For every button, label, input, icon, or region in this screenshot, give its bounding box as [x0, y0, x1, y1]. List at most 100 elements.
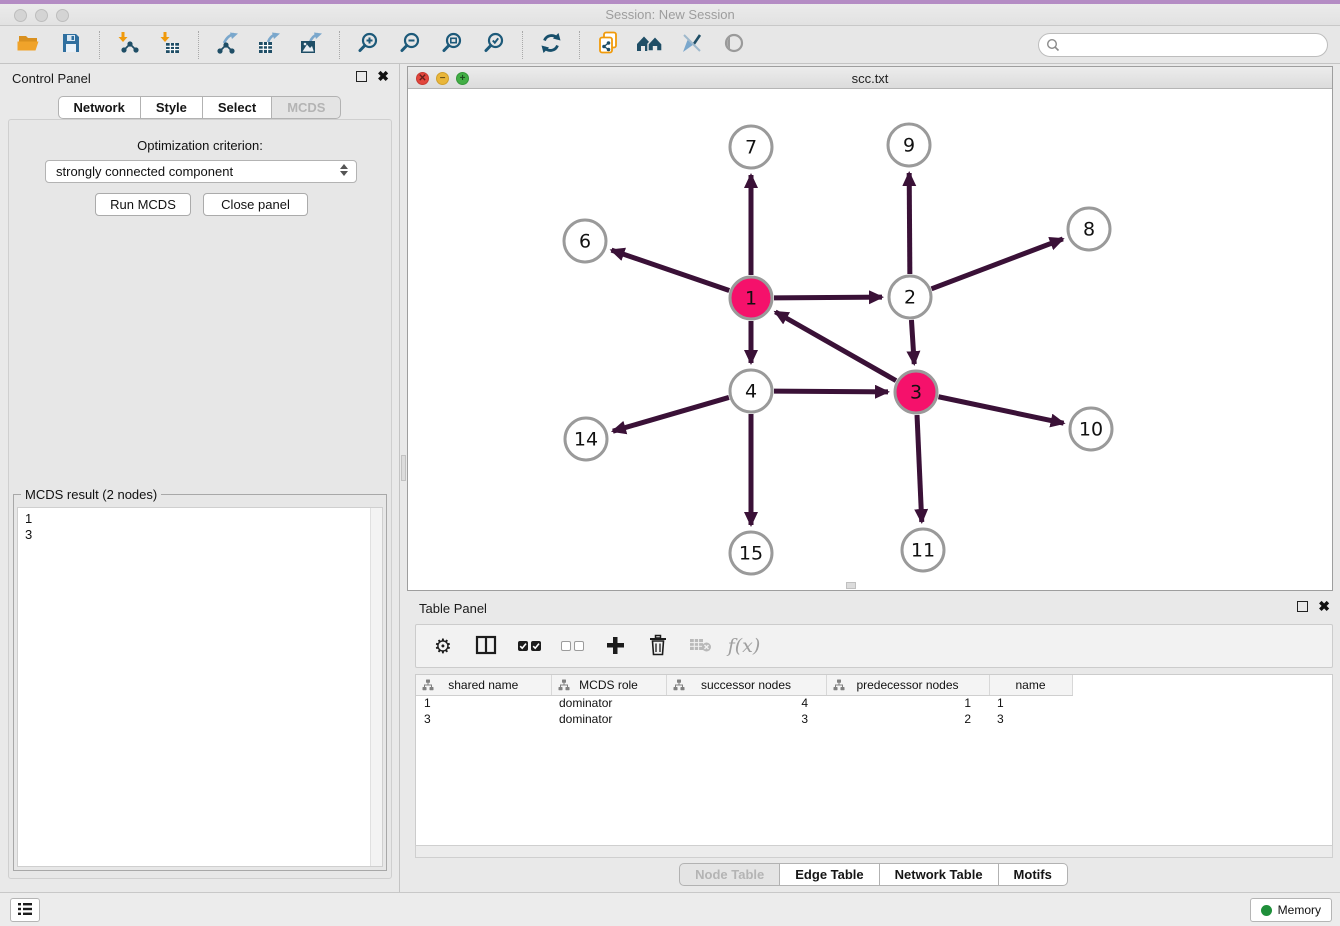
table-tab-motifs[interactable]: Motifs [999, 863, 1068, 886]
canvas-scrollbar-thumb[interactable] [846, 582, 856, 589]
edge-1-6[interactable] [611, 250, 729, 290]
edge-4-14[interactable] [613, 397, 729, 431]
edge-3-1[interactable] [775, 312, 896, 381]
attribute-table[interactable]: shared nameMCDS rolesuccessor nodesprede… [416, 675, 1073, 727]
import-network-button[interactable] [107, 29, 149, 61]
zoom-selected-button[interactable] [473, 29, 515, 61]
node-14[interactable]: 14 [565, 418, 607, 460]
graphics-details-button[interactable] [671, 29, 713, 61]
select-all-button[interactable] [516, 632, 542, 660]
table-panel: Table Panel ✖ ⚙ f(x) share [407, 594, 1340, 890]
network-canvas[interactable]: 7 9 6 8 1 2 4 3 14 10 15 11 [408, 89, 1332, 590]
edge-1-2[interactable] [774, 297, 882, 298]
search-input[interactable] [1038, 33, 1328, 57]
column-header-predecessor-nodes[interactable]: predecessor nodes [826, 675, 989, 695]
mcds-result-value: 3 [25, 527, 382, 543]
tab-mcds[interactable]: MCDS [272, 96, 341, 119]
close-panel-icon[interactable]: ✖ [377, 71, 389, 82]
cell-successor-nodes[interactable]: 4 [666, 695, 826, 711]
home-button[interactable] [629, 29, 671, 61]
cell-name[interactable]: 1 [989, 695, 1072, 711]
node-3[interactable]: 3 [895, 371, 937, 413]
deselect-all-button[interactable] [559, 632, 585, 660]
save-session-button[interactable] [50, 29, 92, 61]
column-header-mcds-role[interactable]: MCDS role [551, 675, 666, 695]
cell-mcds-role[interactable]: dominator [551, 695, 666, 711]
export-image-button[interactable] [290, 29, 332, 61]
node-8[interactable]: 8 [1068, 208, 1110, 250]
cell-predecessor-nodes[interactable]: 2 [826, 711, 989, 727]
column-header-successor-nodes[interactable]: successor nodes [666, 675, 826, 695]
task-history-button[interactable] [10, 898, 40, 922]
node-15[interactable]: 15 [730, 532, 772, 574]
table-row[interactable]: 3dominator323 [416, 711, 1072, 727]
refresh-icon [539, 31, 563, 58]
close-panel-button[interactable]: Close panel [203, 193, 308, 216]
open-session-button[interactable] [8, 29, 50, 61]
delete-table-button[interactable] [688, 632, 714, 660]
cell-predecessor-nodes[interactable]: 1 [826, 695, 989, 711]
result-scrollbar[interactable] [370, 508, 382, 866]
network-window-titlebar[interactable]: ✕ − + scc.txt [408, 67, 1332, 89]
splitter-handle[interactable] [401, 455, 406, 481]
import-table-button[interactable] [149, 29, 191, 61]
close-table-panel-icon[interactable]: ✖ [1318, 601, 1330, 612]
cell-successor-nodes[interactable]: 3 [666, 711, 826, 727]
table-tab-edge-table[interactable]: Edge Table [780, 863, 879, 886]
mcds-result-list[interactable]: 13 [17, 507, 383, 867]
node-4[interactable]: 4 [730, 370, 772, 412]
memory-label: Memory [1278, 903, 1321, 917]
table-tab-network-table[interactable]: Network Table [880, 863, 999, 886]
export-network-button[interactable] [206, 29, 248, 61]
node-1[interactable]: 1 [730, 277, 772, 319]
statusbar: Memory [0, 892, 1340, 926]
float-table-panel-icon[interactable] [1297, 601, 1308, 612]
network-window-title: scc.txt [408, 71, 1332, 86]
edge-2-9[interactable] [909, 173, 910, 274]
tab-network[interactable]: Network [58, 96, 141, 119]
columns-icon [475, 634, 497, 659]
zoom-in-button[interactable] [347, 29, 389, 61]
zoom-out-button[interactable] [389, 29, 431, 61]
cell-shared-name[interactable]: 1 [416, 695, 551, 711]
node-6[interactable]: 6 [564, 220, 606, 262]
application-window: Session: New Session [0, 0, 1340, 926]
edge-4-3[interactable] [774, 391, 888, 392]
control-panel: Control Panel ✖ NetworkStyleSelectMCDS O… [0, 64, 400, 892]
table-tab-node-table[interactable]: Node Table [679, 863, 780, 886]
add-column-button[interactable] [602, 632, 628, 660]
gear-icon: ⚙ [434, 634, 452, 658]
cell-mcds-role[interactable]: dominator [551, 711, 666, 727]
table-options-button[interactable]: ⚙ [430, 632, 456, 660]
node-11[interactable]: 11 [902, 529, 944, 571]
table-hscrollbar[interactable] [415, 845, 1333, 858]
column-header-name[interactable]: name [989, 675, 1072, 695]
edge-2-8[interactable] [932, 239, 1063, 289]
tab-select[interactable]: Select [203, 96, 272, 119]
node-2[interactable]: 2 [889, 276, 931, 318]
column-visibility-button[interactable] [473, 632, 499, 660]
export-table-button[interactable] [248, 29, 290, 61]
table-row[interactable]: 1dominator411 [416, 695, 1072, 711]
node-7[interactable]: 7 [730, 126, 772, 168]
tab-style[interactable]: Style [141, 96, 203, 119]
run-mcds-button[interactable]: Run MCDS [95, 193, 191, 216]
cell-name[interactable]: 3 [989, 711, 1072, 727]
delete-column-button[interactable] [645, 632, 671, 660]
show-hide-panels-button[interactable] [713, 29, 755, 61]
node-9[interactable]: 9 [888, 124, 930, 166]
function-builder-button[interactable]: f(x) [731, 632, 757, 660]
zoom-fit-button[interactable] [431, 29, 473, 61]
network-graph[interactable]: 7 9 6 8 1 2 4 3 14 10 15 11 [408, 89, 1332, 590]
edge-3-11[interactable] [917, 415, 922, 522]
criterion-dropdown[interactable]: strongly connected component [45, 160, 357, 183]
float-panel-icon[interactable] [356, 71, 367, 82]
memory-button[interactable]: Memory [1250, 898, 1332, 922]
new-network-from-selection-button[interactable] [587, 29, 629, 61]
edge-2-3[interactable] [911, 320, 914, 364]
edge-3-10[interactable] [939, 397, 1064, 423]
refresh-button[interactable] [530, 29, 572, 61]
cell-shared-name[interactable]: 3 [416, 711, 551, 727]
column-header-shared-name[interactable]: shared name [416, 675, 551, 695]
node-10[interactable]: 10 [1070, 408, 1112, 450]
